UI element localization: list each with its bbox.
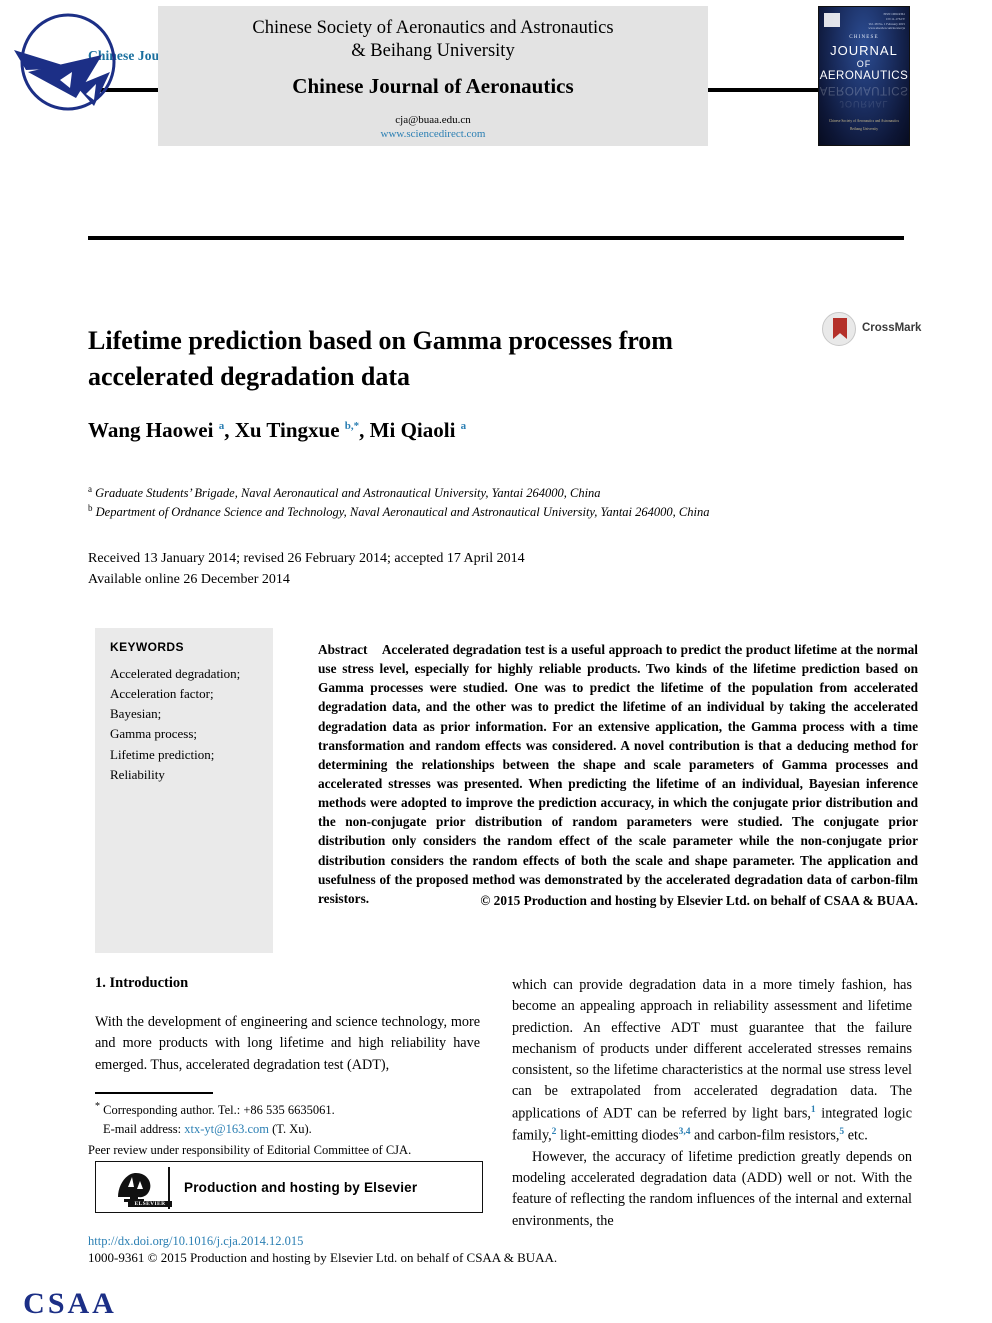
journal-email[interactable]: cja@buaa.edu.cn — [158, 114, 708, 126]
abstract-text: Accelerated degradation test is a useful… — [318, 642, 918, 906]
keywords-list: Accelerated degradation; Acceleration fa… — [110, 666, 241, 782]
cover-word-aeronautics: AERONAUTICS — [819, 70, 909, 82]
abstract-label: Abstract — [318, 642, 368, 657]
elsevier-hosting-box: ELSEVIER Production and hosting by Elsev… — [95, 1161, 483, 1213]
keywords-heading: KEYWORDS — [110, 640, 184, 654]
author-list: Wang Haowei a, Xu Tingxue b,*, Mi Qiaoli… — [88, 418, 467, 442]
crossmark-badge[interactable]: CrossMark — [822, 312, 926, 348]
journal-title: Chinese Journal of Aeronautics — [292, 74, 574, 98]
affiliation-a-text: Graduate Students’ Brigade, Naval Aerona… — [95, 486, 601, 501]
elsevier-hosting-label: Production and hosting by Elsevier — [184, 1180, 418, 1195]
dates-online-line: Available online 26 December 2014 — [88, 572, 290, 587]
peer-review-note: Peer review under responsibility of Edit… — [88, 1143, 412, 1157]
elsevier-tree-icon — [824, 13, 840, 27]
elsevier-wordmark: ELSEVIER — [128, 1201, 172, 1207]
cover-chinese-label: CHINESE — [849, 35, 879, 40]
affiliation-b: b Department of Ordnance Science and Tec… — [88, 502, 908, 523]
doi-link[interactable]: http://dx.doi.org/10.1016/j.cja.2014.12.… — [88, 1234, 303, 1249]
affiliation-a-marker: a — [88, 484, 92, 494]
elsevier-box-divider — [168, 1167, 170, 1209]
article-dates: Received 13 January 2014; revised 26 Feb… — [88, 548, 788, 590]
cover-reflection-journal: JOURNAL — [839, 99, 889, 109]
issn-copyright-line: 1000-9361 © 2015 Production and hosting … — [88, 1250, 558, 1265]
cover-word-of: OF — [856, 59, 872, 69]
footnote-rule — [95, 1092, 213, 1094]
dates-received-line: Received 13 January 2014; revised 26 Feb… — [88, 551, 525, 566]
elsevier-tree-icon: ELSEVIER — [112, 1167, 172, 1209]
cover-footer-university: Beihang University — [849, 127, 879, 131]
society-line-2: & Beihang University — [351, 41, 515, 61]
right-paragraph-1: which can provide degradation data in a … — [512, 977, 912, 1144]
section-heading-introduction: 1. Introduction — [95, 975, 189, 991]
masthead-rule-bottom — [88, 236, 904, 240]
page-title: Lifetime prediction based on Gamma proce… — [88, 326, 673, 392]
column-right-text: which can provide degradation data in a … — [512, 975, 912, 1232]
abstract-copyright: © 2015 Production and hosting by Elsevie… — [480, 893, 918, 908]
crossmark-label: CrossMark — [862, 322, 922, 334]
society-line-1: Chinese Society of Aeronautics and Astro… — [252, 18, 614, 38]
cover-footer-society: Chinese Society of Aeronautics and Astro… — [828, 119, 900, 123]
corresponding-author-email[interactable]: E-mail address: xtx-yt@163.com (T. Xu). — [95, 1120, 485, 1139]
cover-issn-text: ISSN 1000-9361 CN 11-1732/V Vol. 28 No. … — [868, 12, 905, 31]
affiliation-a: a Graduate Students’ Brigade, Naval Aero… — [88, 483, 908, 504]
affiliation-b-marker: b — [88, 503, 93, 513]
affiliation-b-text: Department of Ordnance Science and Techn… — [95, 505, 710, 520]
cover-reflection-aeronautics: AERONAUTICS — [819, 84, 909, 96]
right-paragraph-2: However, the accuracy of lifetime predic… — [512, 1148, 912, 1229]
column-left-text: With the development of engineering and … — [95, 1014, 480, 1073]
cover-word-journal: JOURNAL — [830, 43, 898, 58]
crossmark-ribbon-icon — [833, 318, 847, 339]
corresponding-author-note: * Corresponding author. Tel.: +86 535 66… — [95, 1101, 335, 1118]
crossmark-circle-icon — [822, 312, 856, 346]
footnote-block: * Corresponding author. Tel.: +86 535 66… — [95, 1099, 485, 1139]
csaa-logo-icon — [6, 10, 146, 142]
abstract-block: Abstract Accelerated degradation test is… — [318, 640, 918, 908]
paper-first-page: Chinese Journal of Aeronautics, (2015),2… — [0, 0, 992, 1323]
csaa-wordmark: CSAA — [23, 1287, 117, 1320]
journal-cover-thumbnail: ISSN 1000-9361 CN 11-1732/V Vol. 28 No. … — [818, 6, 910, 146]
journal-url-link[interactable]: www.sciencedirect.com — [158, 128, 708, 140]
